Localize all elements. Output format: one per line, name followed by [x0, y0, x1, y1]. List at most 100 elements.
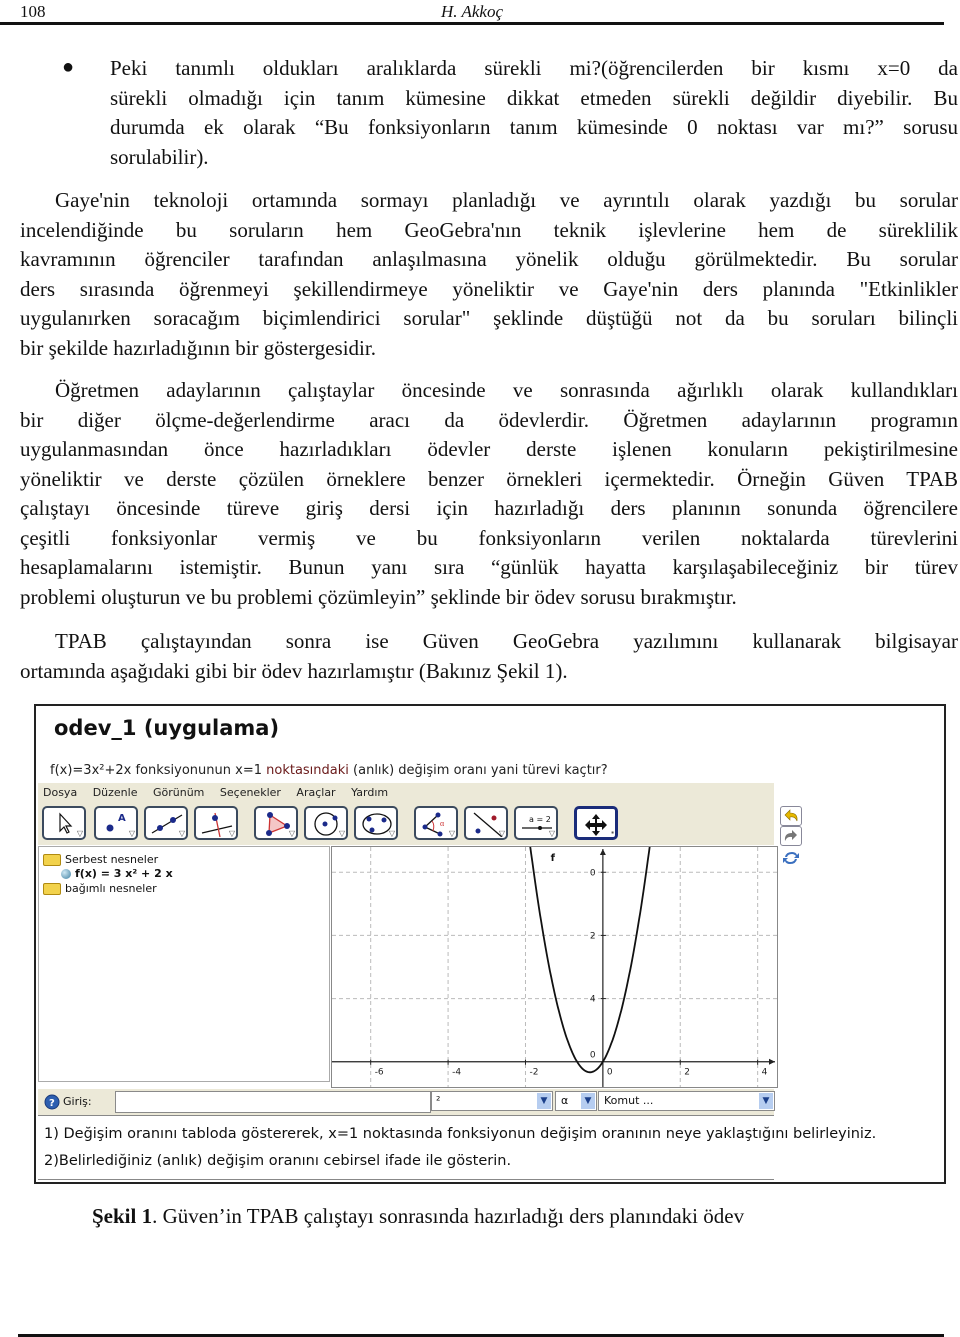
greek-letter-select[interactable]: α ▼ [555, 1091, 597, 1111]
y-axis-arrow [599, 849, 606, 855]
x-axis-arrow [769, 1058, 775, 1065]
origin-label: 0 [590, 1051, 596, 1061]
menu-yardim[interactable]: Yardım [346, 783, 395, 799]
command-select[interactable]: Komut ... ▼ [598, 1091, 775, 1111]
angle-tool-button[interactable]: α ▽ [414, 806, 458, 840]
paragraph-2: Öğretmen adaylarının çalıştaylar öncesin… [20, 376, 958, 612]
polygon-tool-button[interactable]: ▽ [254, 806, 298, 840]
text-line: bir diğer ölçme-değerlendirme aracı da ö… [20, 407, 958, 432]
redo-arrow-icon [784, 830, 797, 841]
text-line: sorulabilir). [110, 144, 209, 169]
function-label: f [551, 853, 556, 864]
visibility-ball-icon[interactable] [61, 868, 71, 879]
svg-text:α: α [440, 819, 445, 828]
menu-secenekler[interactable]: Seçenekler [215, 783, 288, 799]
bullet-paragraph: Peki tanımlı oldukları aralıklarda sürek… [110, 54, 958, 172]
folder-icon [43, 853, 61, 866]
text-line: Gaye'nin teknoloji ortamında sormayı pla… [55, 188, 958, 212]
divider [38, 1179, 774, 1180]
paragraph-1: Gaye'nin teknoloji ortamında sormayı pla… [20, 186, 958, 363]
tree-item-free-objects[interactable]: Serbest nesneler [43, 853, 158, 866]
worksheet-title: odev_1 (uygulama) [54, 716, 280, 740]
y-tick-label: 4 [590, 995, 596, 1005]
perpendicular-tool-button[interactable]: ▽ [194, 806, 238, 840]
text-line: hesaplamalarını istemiştir. Bunun yanı s… [20, 555, 958, 579]
dropdown-triangle-icon: ▽ [548, 829, 555, 838]
text-line: incelendiğinde bu soruların hem GeoGebra… [20, 217, 958, 242]
undo-button[interactable] [780, 806, 802, 826]
menu-gorunum[interactable]: Görünüm [148, 783, 211, 799]
x-tick-label: -2 [529, 1068, 538, 1078]
toolbar: ▽ A ▽ ▽ ▽ ▽ ▽ ▽ α ▽ ▽ a = 2 ▽ ▪ [38, 803, 774, 845]
menu-dosya[interactable]: Dosya [38, 783, 84, 799]
x-tick-label: 2 [684, 1068, 690, 1078]
x-tick-label: -4 [452, 1068, 461, 1078]
redo-button[interactable] [780, 826, 802, 846]
line-tool-button[interactable]: ▽ [144, 806, 188, 840]
help-icon[interactable]: ? [44, 1094, 60, 1110]
conic-tool-button[interactable]: ▽ [354, 806, 398, 840]
text-line: ders sırasında öğrenmeyi şekillendirmeye… [20, 276, 958, 301]
y-tick-label: 0 [590, 868, 596, 878]
function-curve-f [525, 816, 655, 1074]
tree-item-function[interactable]: f(x) = 3 x² + 2 x [61, 867, 173, 880]
dropdown-triangle-icon: ▽ [128, 829, 135, 838]
chevron-down-icon: ▼ [759, 1093, 773, 1109]
dropdown-triangle-icon: ▽ [76, 829, 83, 838]
menu-duzenle[interactable]: Düzenle [88, 783, 145, 799]
menu-araclar[interactable]: Araçlar [291, 783, 342, 799]
page-header: 108 H. Akkoç [0, 0, 944, 25]
text-line: yöneliktir ve derste çözülen örneklere b… [20, 466, 958, 491]
right-side-controls [776, 803, 804, 1083]
paragraph-3: TPAB çalıştayından sonra ise Güven GeoGe… [20, 627, 958, 686]
point-tool-button[interactable]: A ▽ [94, 806, 138, 840]
menu-bar: Dosya Düzenle Görünüm Seçenekler Araçlar… [38, 783, 774, 804]
x-tick-label: -6 [375, 1068, 384, 1078]
slider-tool-button[interactable]: a = 2 ▽ [514, 806, 558, 840]
text-line: problemi oluşturun ve bu problemi çözüml… [20, 584, 737, 609]
move-tool-button[interactable]: ▽ [42, 806, 86, 840]
text-line: durumda ek olarak “Bu fonksiyonların tan… [110, 115, 958, 139]
figure-caption: Şekil 1. Güven’in TPAB çalıştayı sonrası… [92, 1204, 745, 1228]
circle-tool-button[interactable]: ▽ [304, 806, 348, 840]
homework-question-2: 2)Belirlediğiniz (anlık) değişim oranını… [44, 1153, 512, 1169]
input-label: Giriş: [63, 1095, 92, 1108]
dropdown-triangle-icon: ▽ [338, 829, 345, 838]
input-field[interactable] [115, 1091, 431, 1113]
worksheet-question: f(x)=3x²+2x fonksiyonunun x=1 noktasında… [50, 763, 608, 778]
graphics-view[interactable]: -6 -4 -2 0 2 4 4 2 0 0 f [331, 816, 778, 1088]
text-line: uygulanırken soracağım biçimlendirici so… [20, 306, 958, 330]
dropdown-triangle-icon: ▽ [388, 829, 395, 838]
text-line: çeşitli fonksiyonlar vermiş ve bu fonksi… [20, 525, 958, 550]
chevron-down-icon: ▼ [537, 1093, 551, 1109]
dropdown-triangle-icon: ▽ [448, 829, 455, 838]
reflect-tool-button[interactable]: ▽ [464, 806, 508, 840]
algebra-view: Serbest nesneler f(x) = 3 x² + 2 x bağım… [38, 846, 330, 1082]
dropdown-triangle-icon: ▽ [498, 829, 505, 838]
svg-text:?: ? [49, 1098, 55, 1109]
x-tick-label: 0 [607, 1068, 613, 1078]
text-line: ortamında aşağıdaki gibi bir ödev hazırl… [20, 658, 568, 683]
figure-geogebra-screenshot: odev_1 (uygulama) f(x)=3x²+2x fonksiyonu… [34, 704, 946, 1184]
dropdown-triangle-icon: ▪ [611, 828, 614, 837]
refresh-button[interactable] [782, 850, 800, 871]
text-line: bir şekilde hazırladığının bir gösterges… [20, 335, 376, 360]
symbol-select[interactable]: ² ▼ [431, 1091, 553, 1111]
text-line: kavramının öğrenciler tarafından anlaşıl… [20, 247, 958, 271]
chevron-down-icon: ▼ [581, 1093, 595, 1109]
x-tick-label: 4 [762, 1068, 768, 1078]
tree-item-dependent-objects[interactable]: bağımlı nesneler [43, 882, 157, 895]
dropdown-triangle-icon: ▽ [178, 829, 185, 838]
homework-question-1: 1) Değişim oranını tabloda göstererek, x… [44, 1126, 877, 1142]
y-tick-label: 2 [590, 931, 596, 941]
move-view-tool-button[interactable]: ▪ [574, 806, 618, 840]
slider-label: a = 2 [529, 815, 551, 824]
dropdown-triangle-icon: ▽ [288, 829, 295, 838]
text-line: çalıştayı öncesinde türeve giriş dersi i… [20, 496, 958, 520]
running-author: H. Akkoç [441, 2, 503, 21]
text-line: uygulanmasından önce hazırladıkları ödev… [20, 437, 958, 461]
text-line: sürekli olmadığı için tanım kümesine dik… [110, 85, 958, 110]
svg-text:A: A [118, 813, 126, 824]
dropdown-triangle-icon: ▽ [228, 829, 235, 838]
text-line: Peki tanımlı oldukları aralıklarda sürek… [110, 56, 958, 80]
